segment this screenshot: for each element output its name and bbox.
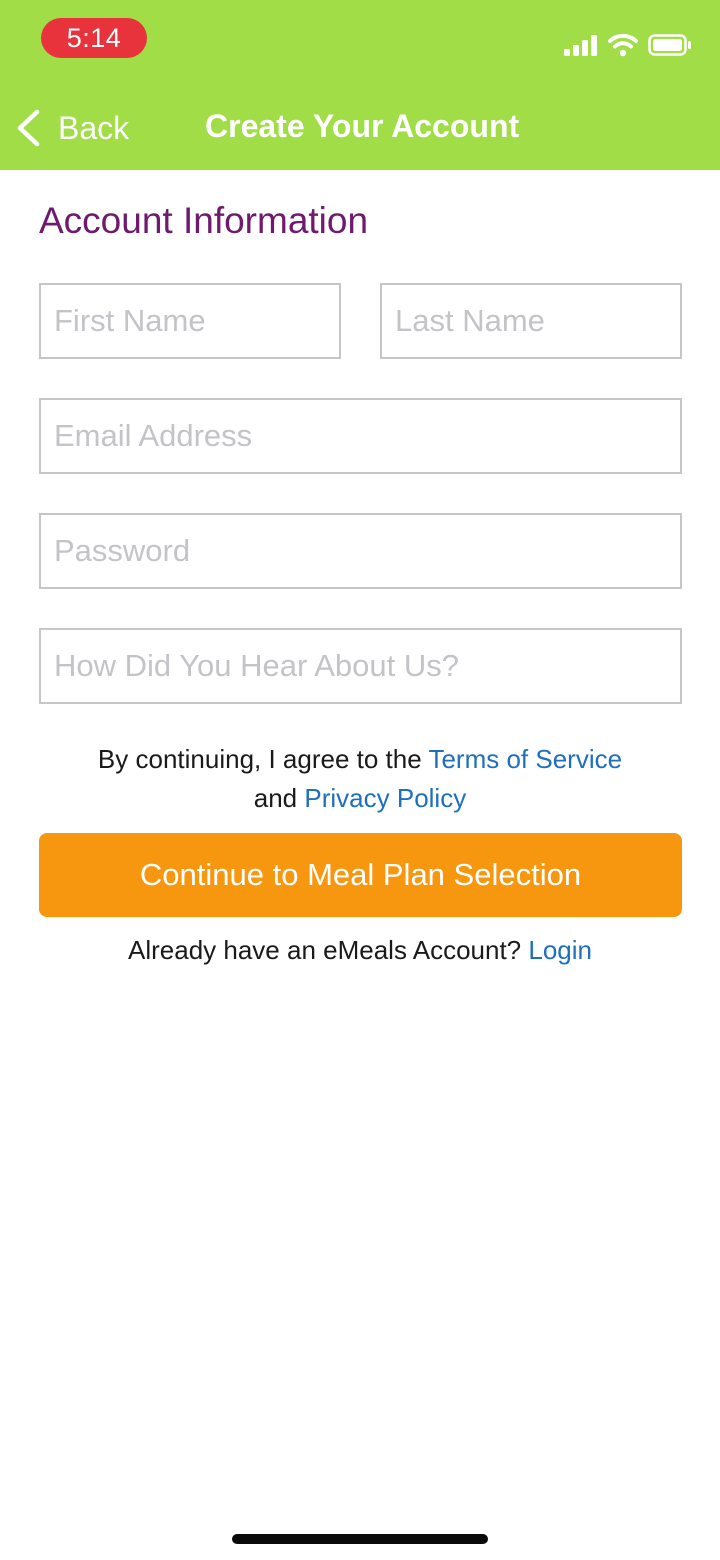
agreement-line-1: By continuing, I agree to the Terms of S… (0, 740, 720, 779)
home-indicator (232, 1534, 488, 1544)
agreement-line-2: and Privacy Policy (0, 779, 720, 818)
status-time: 5:14 (41, 18, 147, 58)
page-title: Create Your Account (205, 108, 520, 144)
agreement-conjunction: and (253, 783, 298, 813)
cellular-signal-icon (564, 35, 597, 56)
referral-input[interactable] (39, 628, 682, 704)
login-prompt-text: Already have an eMeals Account? (128, 935, 522, 965)
login-prompt: Already have an eMeals Account? Login (0, 935, 720, 966)
email-input[interactable] (39, 398, 682, 474)
back-button[interactable]: Back (16, 104, 129, 152)
continue-button[interactable]: Continue to Meal Plan Selection (39, 833, 682, 917)
app-header: 5:14 Back Create Your Account (0, 0, 720, 170)
status-icons (564, 30, 692, 60)
password-input[interactable] (39, 513, 682, 589)
section-title: Account Information (39, 200, 369, 241)
first-name-input[interactable] (39, 283, 341, 359)
agreement-prefix: By continuing, I agree to the (97, 744, 422, 774)
back-label: Back (58, 109, 130, 146)
wifi-icon (608, 33, 638, 57)
login-link[interactable]: Login (528, 935, 592, 965)
last-name-input[interactable] (380, 283, 682, 359)
chevron-left-icon (17, 109, 40, 147)
privacy-policy-link[interactable]: Privacy Policy (304, 783, 466, 813)
battery-icon (648, 34, 691, 56)
terms-of-service-link[interactable]: Terms of Service (428, 744, 622, 774)
agreement-text: By continuing, I agree to the Terms of S… (0, 740, 720, 818)
